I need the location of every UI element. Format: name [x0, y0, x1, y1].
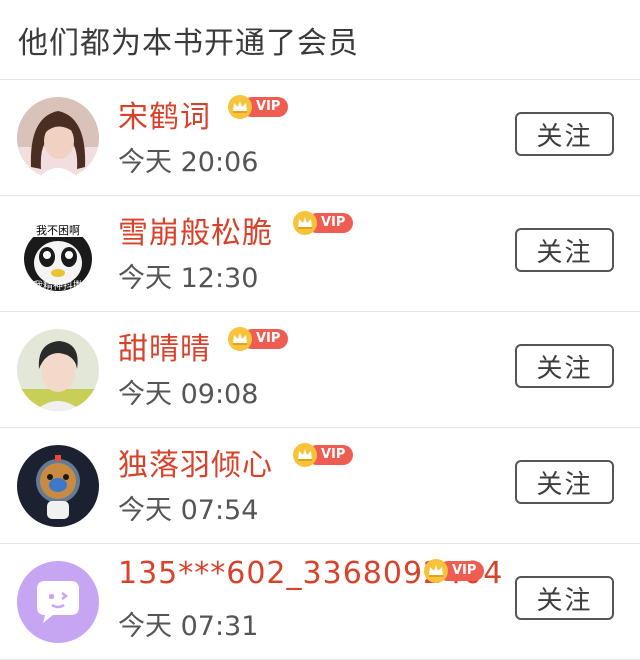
panda-top-text: 我不困啊: [36, 224, 80, 237]
avatar[interactable]: [17, 97, 99, 179]
member-time: 今天 09:08: [118, 379, 259, 410]
follow-button[interactable]: 关注: [515, 460, 614, 504]
member-name[interactable]: 甜晴晴: [118, 324, 211, 368]
woman-photo-avatar-icon: [17, 97, 99, 179]
member-name[interactable]: 宋鹤词: [118, 92, 211, 136]
avatar[interactable]: [17, 329, 99, 411]
member-time: 今天 07:54: [118, 495, 259, 526]
avatar[interactable]: 我不困啊 我精神抖擞: [17, 213, 99, 295]
member-row[interactable]: 我不困啊 我精神抖擞 雪崩般松脆 VIP 今天 12:30 关注: [0, 196, 640, 312]
chat-bubble-avatar-icon: [17, 561, 99, 643]
follow-button[interactable]: 关注: [515, 344, 614, 388]
vip-badge: VIP: [293, 211, 354, 235]
crown-icon: [228, 327, 252, 351]
vip-badge: VIP: [424, 559, 485, 583]
astronaut-bear-avatar-icon: [17, 445, 99, 527]
header-title: 他们都为本书开通了会员: [18, 25, 359, 61]
member-time: 今天 20:06: [118, 147, 259, 178]
vip-badge: VIP: [228, 327, 289, 351]
member-time: 今天 12:30: [118, 263, 259, 294]
avatar[interactable]: [17, 561, 99, 643]
crown-icon: [228, 95, 252, 119]
member-row[interactable]: 甜晴晴 VIP 今天 09:08 关注: [0, 312, 640, 428]
crown-icon: [424, 559, 448, 583]
members-header: 他们都为本书开通了会员: [0, 0, 640, 80]
vip-badge: VIP: [228, 95, 289, 119]
member-row[interactable]: 独落羽倾心 VIP 今天 07:54 关注: [0, 428, 640, 544]
panda-bottom-text: 我精神抖擞: [33, 279, 83, 292]
member-time: 今天 07:31: [118, 611, 259, 642]
follow-button[interactable]: 关注: [515, 228, 614, 272]
member-name[interactable]: 独落羽倾心: [118, 440, 273, 484]
member-row[interactable]: 135***602_3368092404 VIP 今天 07:31 关注: [0, 544, 640, 660]
member-name[interactable]: 雪崩般松脆: [118, 208, 273, 252]
member-row[interactable]: 宋鹤词 VIP 今天 20:06 关注: [0, 80, 640, 196]
man-photo-avatar-icon: [17, 329, 99, 411]
crown-icon: [293, 443, 317, 467]
panda-meme-avatar-icon: 我不困啊 我精神抖擞: [17, 213, 99, 295]
avatar[interactable]: [17, 445, 99, 527]
follow-button[interactable]: 关注: [515, 576, 614, 620]
vip-badge: VIP: [293, 443, 354, 467]
crown-icon: [293, 211, 317, 235]
follow-button[interactable]: 关注: [515, 112, 614, 156]
